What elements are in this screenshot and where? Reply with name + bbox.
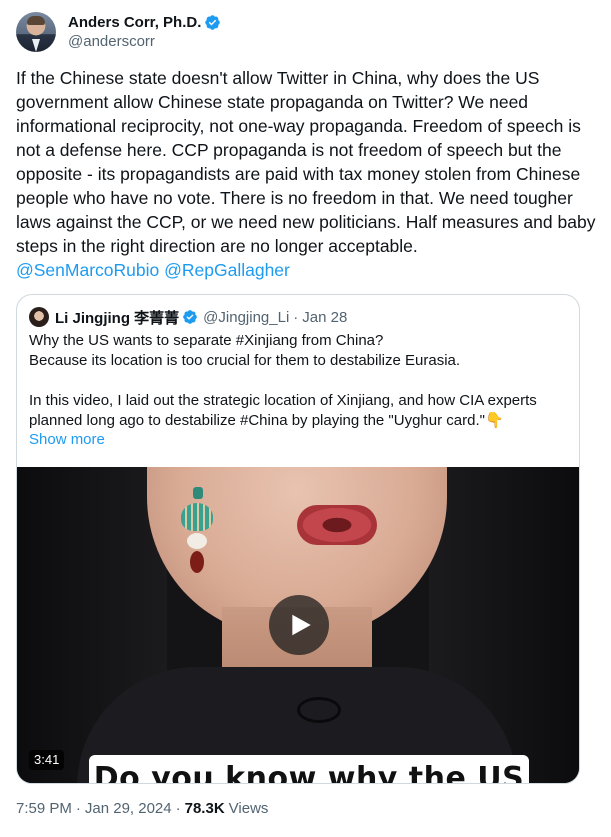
tweet-body: If the Chinese state doesn't allow Twitt…	[16, 66, 596, 282]
author-names: Anders Corr, Ph.D. @anderscorr	[68, 12, 221, 50]
quoted-tweet-card[interactable]: Li Jingjing 李菁菁 @Jingjing_Li · Jan 28 Wh…	[16, 294, 580, 784]
tweet-text: If the Chinese state doesn't allow Twitt…	[16, 66, 596, 258]
quoted-author-handle: @Jingjing_Li	[203, 308, 290, 326]
quoted-author-avatar	[29, 307, 49, 327]
views-count: 78.3K	[184, 800, 225, 817]
author-handle[interactable]: @anderscorr	[68, 33, 221, 50]
quoted-separator: ·	[293, 308, 299, 326]
verified-badge-icon	[183, 310, 198, 324]
tweet-mentions: @SenMarcoRubio @RepGallagher	[16, 258, 596, 282]
quoted-line-5: planned long ago to destabilize #China b…	[29, 412, 504, 429]
mention-link-gallagher[interactable]: @RepGallagher	[164, 260, 290, 280]
author-avatar[interactable]	[16, 12, 56, 52]
display-name-row: Anders Corr, Ph.D.	[68, 12, 221, 32]
tweet-text-content: If the Chinese state doesn't allow Twitt…	[16, 68, 596, 256]
video-duration-badge: 3:41	[29, 750, 65, 770]
tweet-time[interactable]: 7:59 PM	[16, 800, 72, 817]
quoted-line-3	[29, 371, 569, 391]
video-frame-button-knot	[297, 697, 341, 723]
quoted-line-4: In this video, I laid out the strategic …	[29, 392, 537, 409]
play-button[interactable]	[269, 595, 329, 655]
quoted-date[interactable]: Jan 28	[302, 309, 347, 326]
tweet-meta: 7:59 PM · Jan 29, 2024 · 78.3K Views	[16, 800, 268, 817]
tweet-header: Anders Corr, Ph.D. @anderscorr	[16, 12, 221, 52]
verified-badge-icon	[205, 14, 221, 30]
video-caption-text: Do you know why the US	[93, 761, 525, 783]
views-label: Views	[228, 800, 269, 817]
video-player[interactable]: 3:41 Do you know why the US	[17, 467, 579, 783]
show-more-link[interactable]: Show more	[29, 431, 105, 448]
video-frame-earring	[179, 487, 215, 577]
video-frame-lips	[297, 505, 377, 545]
meta-separator: ·	[75, 800, 81, 817]
quoted-line-1: Why the US wants to separate #Xinjiang f…	[29, 332, 384, 349]
play-icon	[292, 614, 311, 636]
video-caption-overlay: Do you know why the US	[89, 755, 529, 783]
tweet-date[interactable]: Jan 29, 2024	[85, 800, 172, 817]
quoted-author-display-name: Li Jingjing 李菁菁	[55, 309, 180, 327]
quoted-tweet-header: Li Jingjing 李菁菁 @Jingjing_Li · Jan 28	[29, 307, 347, 327]
mention-link-rubio[interactable]: @SenMarcoRubio	[16, 260, 159, 280]
author-display-name[interactable]: Anders Corr, Ph.D.	[68, 14, 201, 31]
quoted-tweet-text: Why the US wants to separate #Xinjiang f…	[29, 331, 569, 431]
quoted-line-2: Because its location is too crucial for …	[29, 352, 461, 369]
meta-separator: ·	[175, 800, 181, 817]
